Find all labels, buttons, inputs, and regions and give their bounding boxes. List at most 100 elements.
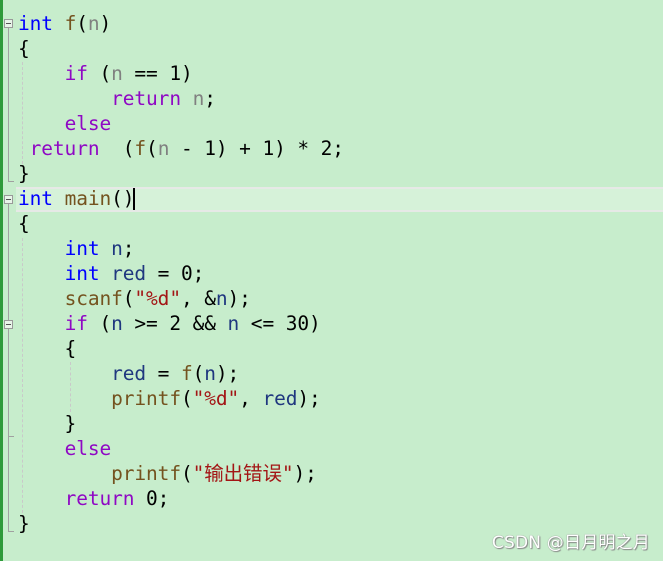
code-line[interactable]: else	[18, 436, 112, 461]
code-token: n	[157, 137, 170, 160]
code-token: );	[293, 462, 317, 485]
code-token: n	[215, 287, 228, 310]
code-token: {	[18, 337, 77, 360]
code-editor[interactable]: int f(n){ if (n == 1) return n; else ret…	[0, 0, 663, 561]
code-token: f	[180, 362, 193, 385]
code-line[interactable]: }	[18, 161, 30, 186]
code-token: ()	[111, 187, 135, 210]
text-caret	[133, 188, 135, 210]
code-token: "输出错误"	[192, 462, 294, 485]
code-token: );	[227, 287, 251, 310]
code-token: "%d"	[192, 387, 240, 410]
code-token: n	[192, 87, 205, 110]
fold-region-end	[8, 531, 14, 532]
code-token: n	[111, 62, 123, 85]
code-token: <= 30)	[239, 312, 321, 335]
code-line[interactable]: else	[18, 111, 112, 136]
code-line[interactable]: int main()	[18, 186, 135, 211]
code-token: =	[146, 362, 181, 385]
code-token: );	[297, 387, 321, 410]
code-token: {	[18, 37, 30, 60]
code-token: n	[87, 12, 100, 35]
code-token: (	[76, 12, 88, 35]
code-token: scanf	[64, 287, 123, 310]
fold-region-line	[8, 329, 9, 436]
code-token: == 1)	[122, 62, 193, 85]
code-line[interactable]: scanf("%d", &n);	[18, 286, 251, 311]
code-line[interactable]: }	[18, 511, 30, 536]
code-line[interactable]: int f(n)	[18, 11, 111, 36]
code-token: (	[87, 312, 112, 335]
code-line[interactable]: int red = 0;	[18, 261, 205, 286]
code-token: {	[18, 212, 30, 235]
code-line[interactable]: return (f(n - 1) + 1) * 2;	[18, 136, 344, 161]
code-line[interactable]: if (n >= 2 && n <= 30)	[18, 311, 321, 336]
code-token: printf	[111, 462, 181, 485]
fold-collapse-icon[interactable]	[4, 195, 13, 204]
code-token: ;	[122, 237, 135, 260]
code-token: - 1) + 1) * 2;	[169, 137, 344, 160]
code-token: return	[64, 487, 135, 510]
code-line[interactable]: return n;	[18, 86, 216, 111]
code-token: n	[111, 312, 123, 335]
code-token: n	[227, 312, 240, 335]
code-token: return	[29, 137, 100, 160]
code-token: if	[64, 62, 88, 85]
code-token: red	[111, 262, 147, 285]
code-token: }	[18, 162, 30, 185]
code-token: , &	[180, 287, 216, 310]
code-token: 0;	[134, 487, 170, 510]
code-token: (	[146, 137, 158, 160]
code-token: int	[64, 262, 100, 285]
code-token: main	[64, 187, 112, 210]
code-token: >= 2 &&	[122, 312, 228, 335]
code-token: f	[64, 12, 77, 35]
code-token: (	[192, 362, 205, 385]
code-token: f	[134, 137, 147, 160]
fold-collapse-icon[interactable]	[4, 19, 13, 28]
code-token: return	[111, 87, 181, 110]
code-line[interactable]: if (n == 1)	[18, 61, 193, 86]
code-line[interactable]: {	[18, 36, 30, 61]
fold-region-line	[8, 28, 9, 181]
code-token: n	[111, 237, 123, 260]
code-token: "%d"	[134, 287, 181, 310]
code-token: (	[180, 462, 193, 485]
code-token: ,	[239, 387, 263, 410]
code-token: (	[180, 387, 193, 410]
code-line[interactable]: red = f(n);	[18, 361, 239, 386]
code-line[interactable]: {	[18, 336, 77, 361]
fold-collapse-icon[interactable]	[4, 320, 13, 329]
code-token: red	[262, 387, 298, 410]
code-line[interactable]: int n;	[18, 236, 135, 261]
code-token: (	[99, 137, 135, 160]
code-token: else	[64, 112, 112, 135]
code-line[interactable]: printf("%d", red);	[18, 386, 321, 411]
code-token: int	[64, 237, 100, 260]
code-line[interactable]: {	[18, 211, 30, 236]
code-line[interactable]: printf("输出错误");	[18, 461, 317, 486]
code-token: int	[18, 12, 53, 35]
code-token: )	[99, 12, 112, 35]
code-token: );	[215, 362, 240, 385]
fold-region-end	[8, 436, 14, 437]
code-line[interactable]: return 0;	[18, 486, 170, 511]
code-token: n	[204, 362, 216, 385]
code-line[interactable]: }	[18, 411, 77, 436]
code-token: red	[111, 362, 147, 385]
